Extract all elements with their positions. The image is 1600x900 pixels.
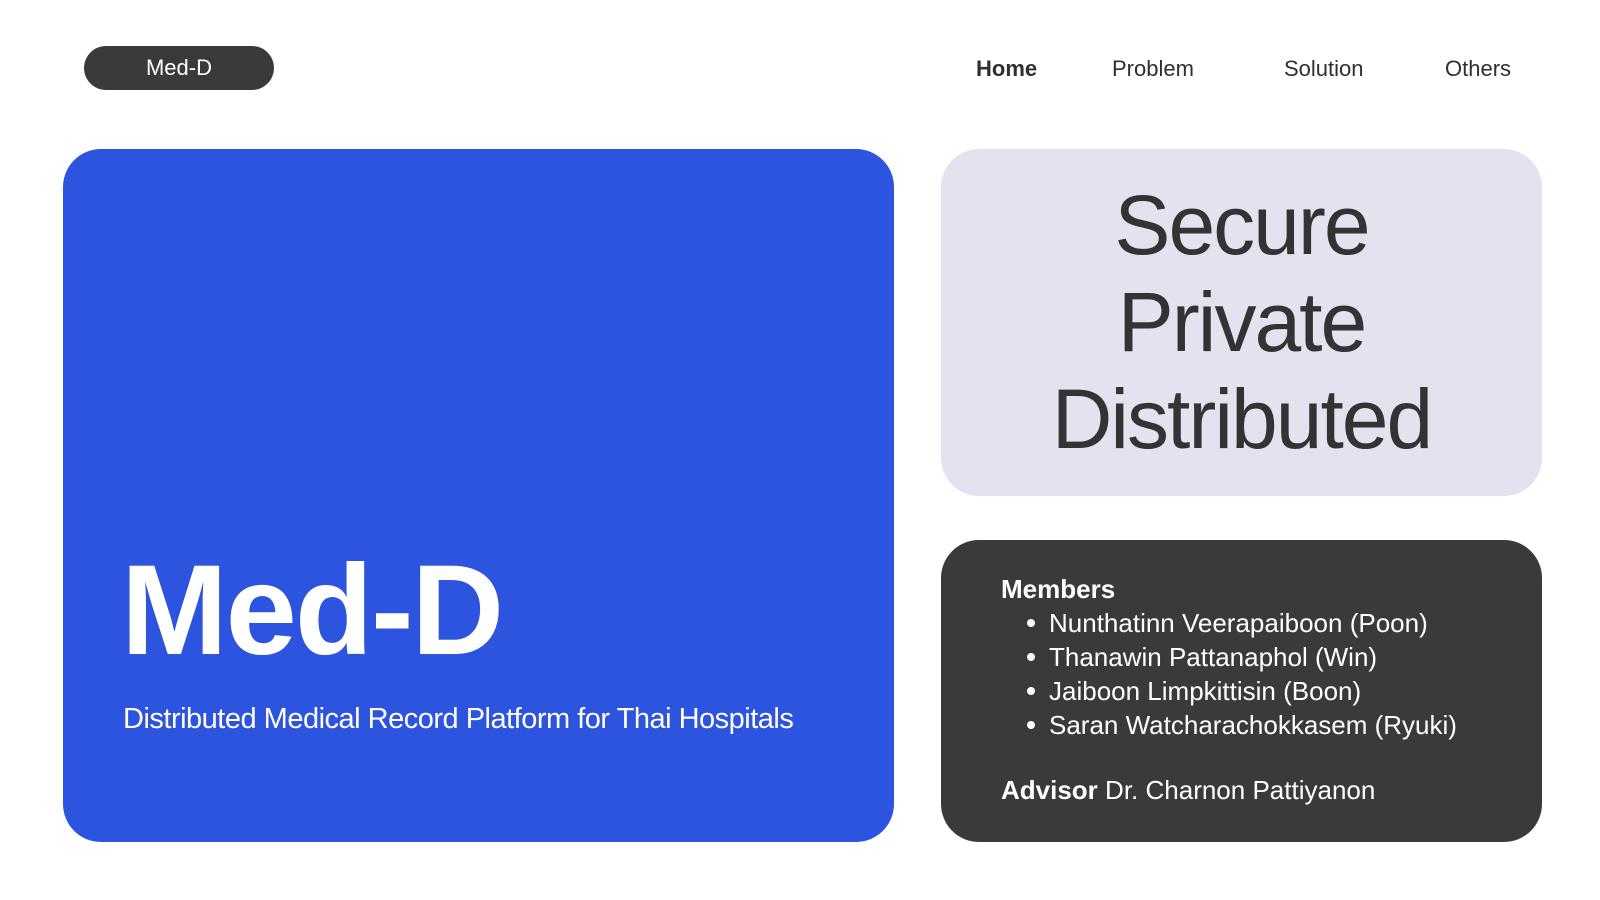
tagline-secure: Secure — [1114, 178, 1370, 272]
member-name: Jaiboon Limpkittisin (Boon) — [1049, 676, 1362, 706]
member-item: Jaiboon Limpkittisin (Boon) — [1001, 674, 1457, 708]
advisor-line: Advisor Dr. Charnon Pattiyanon — [1001, 773, 1375, 807]
hero-card: Med-D Distributed Medical Record Platfor… — [63, 149, 894, 842]
bullet-icon — [1027, 721, 1035, 729]
member-item: Thanawin Pattanaphol (Win) — [1001, 640, 1457, 674]
top-nav: Home Problem Solution Others — [0, 50, 1600, 88]
nav-others-link[interactable]: Others — [1445, 50, 1511, 88]
member-name: Saran Watcharachokkasem (Ryuki) — [1049, 710, 1457, 740]
advisor-label: Advisor — [1001, 775, 1098, 805]
member-item: Saran Watcharachokkasem (Ryuki) — [1001, 708, 1457, 742]
members-list: Nunthatinn Veerapaiboon (Poon) Thanawin … — [1001, 606, 1457, 742]
nav-home-link[interactable]: Home — [976, 50, 1037, 88]
member-name: Thanawin Pattanaphol (Win) — [1049, 642, 1378, 672]
hero-title: Med-D — [121, 539, 504, 682]
member-name: Nunthatinn Veerapaiboon (Poon) — [1049, 608, 1428, 638]
bullet-icon — [1027, 653, 1035, 661]
tagline-private: Private — [1117, 275, 1367, 369]
tagline-card: Secure Private Distributed — [941, 149, 1542, 496]
tagline-distributed: Distributed — [1051, 372, 1434, 466]
team-card: Members Nunthatinn Veerapaiboon (Poon) T… — [941, 540, 1542, 842]
advisor-name: Dr. Charnon Pattiyanon — [1105, 775, 1376, 805]
hero-subtitle: Distributed Medical Record Platform for … — [123, 703, 794, 735]
nav-problem-link[interactable]: Problem — [1112, 50, 1194, 88]
bullet-icon — [1027, 687, 1035, 695]
nav-solution-link[interactable]: Solution — [1284, 50, 1364, 88]
members-heading: Members — [1001, 574, 1116, 604]
member-item: Nunthatinn Veerapaiboon (Poon) — [1001, 606, 1457, 640]
bullet-icon — [1027, 619, 1035, 627]
